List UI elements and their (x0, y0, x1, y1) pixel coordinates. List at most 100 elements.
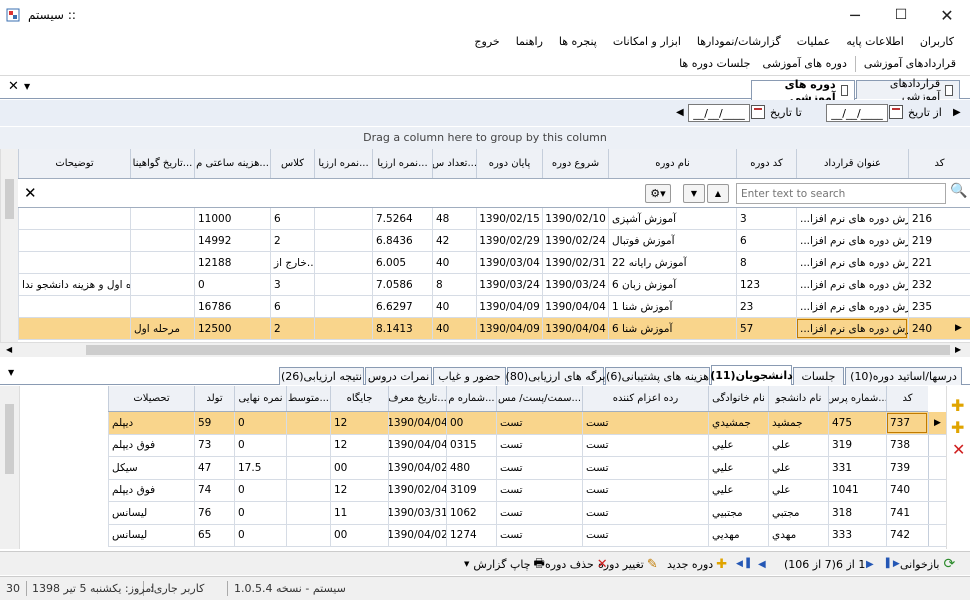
add-row-icon[interactable]: ✚ (951, 396, 964, 415)
menu-operations[interactable]: عملیات (789, 35, 839, 48)
cell-num[interactable]: 480 (446, 457, 496, 479)
cell-start[interactable]: 1390/02/31 (542, 252, 608, 273)
cell-cert[interactable] (130, 252, 194, 273)
cell-notes[interactable] (18, 252, 130, 273)
from-date-input[interactable]: __/__/____ (826, 104, 888, 122)
cell-code[interactable]: 740 (886, 479, 928, 501)
cell-cost[interactable]: 12500 (194, 318, 270, 339)
cell-score1[interactable]: 7.5264 (372, 208, 432, 229)
cell-code[interactable]: 738 (886, 434, 928, 456)
cell-pers[interactable]: 318 (828, 502, 886, 524)
cell-score2[interactable] (314, 208, 372, 229)
maximize-button[interactable]: ☐ (878, 0, 924, 30)
close-doc-icon[interactable]: ✕ (8, 79, 19, 94)
column-header-end[interactable]: پایان دوره (476, 149, 542, 178)
column-header-final[interactable]: نمره نهایی (234, 386, 286, 411)
table-row[interactable]: 2 40 آموزش دوره های نرم افزا...57آموزش شنا… (0, 318, 970, 340)
row-indicator[interactable] (928, 457, 946, 479)
cell-avg[interactable] (286, 479, 330, 501)
cell-start[interactable]: 1390/03/24 (542, 274, 608, 295)
cell-cert[interactable] (130, 296, 194, 317)
cell-score2[interactable] (314, 296, 372, 317)
cell-notes[interactable] (18, 318, 130, 339)
cell-course[interactable]: آموزش آشپزی (608, 208, 736, 229)
delete-row-icon[interactable]: ✕ (952, 440, 965, 459)
menu-windows[interactable]: پنجره ها (551, 35, 605, 48)
cell-date[interactable]: 1390/04/02 (388, 457, 446, 479)
row-indicator[interactable] (928, 479, 946, 501)
column-header-score2[interactable]: نمره ارزیا... (314, 149, 372, 178)
cell-count[interactable]: 42 (432, 230, 476, 251)
column-header-place[interactable]: جایگاه (330, 386, 388, 411)
cell-family[interactable]: جمشيدي (708, 412, 768, 434)
cell-course_code[interactable]: 6 (736, 230, 796, 251)
cell-family[interactable]: عليي (708, 457, 768, 479)
column-header-num[interactable]: شماره م... (446, 386, 496, 411)
cell-final[interactable]: 0 (234, 434, 286, 456)
cell-start[interactable]: 1390/04/04 (542, 296, 608, 317)
cell-final[interactable]: 17.5 (234, 457, 286, 479)
tab-eval-result[interactable]: نتیجه ارزیابی(26) (279, 367, 364, 385)
bottom-grid-vertical-scrollbar[interactable] (0, 386, 20, 549)
cell-name[interactable]: علي (768, 434, 828, 456)
menu-base-info[interactable]: اطلاعات پایه (838, 35, 912, 48)
table-row[interactable]: 219آموزش دوره های نرم افزا...6آموزش فوتب… (0, 230, 970, 252)
scroll-thumb[interactable] (5, 179, 14, 219)
column-header-cost[interactable]: هزینه ساعتی م... (194, 149, 270, 178)
menu-users[interactable]: کاربران (912, 35, 962, 48)
cell-avg[interactable] (286, 412, 330, 434)
search-input[interactable] (736, 183, 946, 204)
cell-class[interactable]: 3 (270, 274, 314, 295)
cell-birth[interactable]: 59 (194, 412, 234, 434)
cell-num[interactable]: 0315 (446, 434, 496, 456)
cell-count[interactable]: 48 (432, 208, 476, 229)
menu-help[interactable]: راهنما (508, 35, 551, 48)
table-row[interactable]: 741 318 مجتبي مجتبيي تست تست 1062 1390/03/31 11 0… (108, 502, 946, 525)
cell-final[interactable]: 0 (234, 412, 286, 434)
cell-count[interactable]: 8 (432, 274, 476, 295)
cell-cost[interactable]: 11000 (194, 208, 270, 229)
cell-family[interactable]: مهديي (708, 524, 768, 546)
column-header-score1[interactable]: نمره ارزیا... (372, 149, 432, 178)
cell-count[interactable]: 40 (432, 318, 476, 339)
cell-class[interactable]: 6 (270, 208, 314, 229)
cell-course[interactable]: آموزش رایانه 22 (608, 252, 736, 273)
scroll-thumb[interactable] (5, 404, 14, 474)
cell-place[interactable]: 12 (330, 412, 388, 434)
cell-rank[interactable]: تست (582, 479, 708, 501)
cell-family[interactable]: عليي (708, 434, 768, 456)
row-indicator[interactable] (928, 502, 946, 524)
cell-end[interactable]: 1390/02/29 (476, 230, 542, 251)
column-header-course_code[interactable]: کد دوره (736, 149, 796, 178)
menu-exit[interactable]: خروج (466, 35, 507, 48)
cell-course[interactable]: آموزش فوتبال (608, 230, 736, 251)
cell-contract[interactable]: آموزش دوره های نرم افزا... (796, 296, 908, 317)
cell-count[interactable]: 40 (432, 296, 476, 317)
cell-code[interactable]: 216 (908, 208, 970, 229)
column-header-contract[interactable]: عنوان قرارداد (796, 149, 908, 178)
refresh-button[interactable]: ⟳ بازخوانی (900, 555, 955, 573)
cell-avg[interactable] (286, 457, 330, 479)
cell-name[interactable]: مجتبي (768, 502, 828, 524)
cell-score1[interactable]: 6.8436 (372, 230, 432, 251)
cell-contract[interactable]: آموزش دوره های نرم افزا... (796, 230, 908, 251)
cell-post[interactable]: تست (496, 502, 582, 524)
cell-end[interactable]: 1390/04/09 (476, 296, 542, 317)
cell-cost[interactable]: 12188 (194, 252, 270, 273)
cell-cert[interactable]: مرحله اول (130, 318, 194, 339)
column-header-cert[interactable]: تاریخ گواهینا... (130, 149, 194, 178)
table-row[interactable]: 740 1041 علي عليي تست تست 3109 1390/02/04 12 0 74 ف… (108, 479, 946, 502)
cell-code[interactable]: 742 (886, 524, 928, 546)
find-next-down-icon[interactable]: ▼ (683, 184, 705, 203)
cell-edu[interactable]: ليسانس (108, 502, 194, 524)
prev-page-icon[interactable]: ◀ (758, 555, 766, 573)
top-grid-vertical-scrollbar[interactable] (0, 149, 18, 342)
calendar-icon[interactable] (889, 105, 903, 119)
cell-score2[interactable] (314, 274, 372, 295)
column-header-edu[interactable]: تحصیلات (108, 386, 194, 411)
new-course-button[interactable]: ✚ دوره جدید (667, 555, 727, 573)
cell-contract[interactable]: آموزش دوره های نرم افزا... (796, 318, 908, 339)
cell-avg[interactable] (286, 502, 330, 524)
column-header-avg[interactable]: متوسط... (286, 386, 330, 411)
tab-evaluation-sheets[interactable]: برگه های ارزیابی(80) (506, 367, 605, 385)
